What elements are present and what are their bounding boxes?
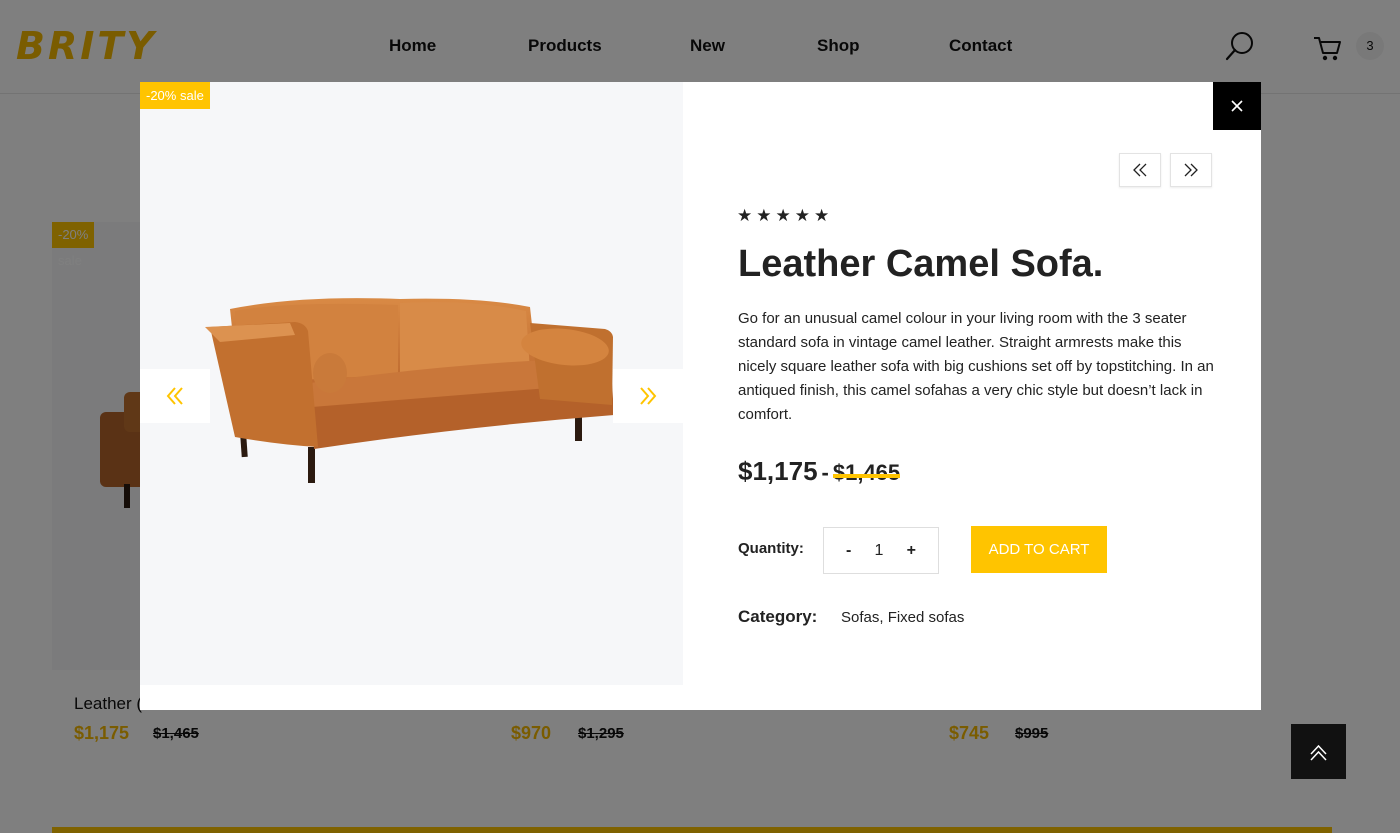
double-chevron-left-icon: [1133, 163, 1147, 177]
product-gallery: -20% sale: [140, 82, 683, 685]
price-separator: -: [821, 460, 829, 485]
quick-view-modal: -20% sale ★ ★ ★ ★ ★ Leather Camel Sofa. …: [140, 82, 1261, 710]
close-modal-button[interactable]: [1213, 82, 1261, 130]
current-price: $1,175: [738, 456, 818, 486]
prev-product-button[interactable]: [1119, 153, 1161, 187]
next-product-button[interactable]: [1170, 153, 1212, 187]
gallery-prev-button[interactable]: [140, 369, 210, 423]
quantity-decrease-button[interactable]: -: [846, 542, 851, 560]
double-chevron-up-icon: [1310, 744, 1327, 761]
star-icon: ★: [794, 206, 810, 225]
gallery-next-button[interactable]: [613, 369, 683, 423]
product-description: Go for an unusual camel colour in your l…: [738, 310, 1214, 423]
star-icon: ★: [737, 206, 753, 225]
price-row: $1,175 - $1,465: [738, 456, 901, 487]
old-price: $1,465: [832, 460, 901, 485]
category-label: Category:: [738, 607, 818, 626]
double-chevron-right-icon: [1184, 163, 1198, 177]
category-links[interactable]: Sofas, Fixed sofas: [841, 609, 964, 626]
star-icon: ★: [775, 206, 791, 225]
quantity-stepper: - 1 +: [823, 527, 939, 574]
double-chevron-right-icon: [640, 387, 657, 405]
quantity-label: Quantity:: [738, 540, 804, 557]
sale-badge: -20% sale: [140, 82, 210, 109]
star-icon: ★: [756, 206, 772, 225]
quantity-increase-button[interactable]: +: [907, 542, 916, 560]
scroll-to-top-button[interactable]: [1291, 724, 1346, 779]
star-icon: ★: [814, 206, 830, 225]
add-to-cart-button[interactable]: ADD TO CART: [971, 526, 1107, 573]
product-title: Leather Camel Sofa.: [738, 243, 1104, 285]
double-chevron-left-icon: [166, 387, 183, 405]
close-icon: [1231, 100, 1243, 112]
sofa-product-image: [205, 298, 614, 483]
quantity-input[interactable]: 1: [875, 542, 884, 560]
rating-stars: ★ ★ ★ ★ ★: [737, 207, 829, 225]
